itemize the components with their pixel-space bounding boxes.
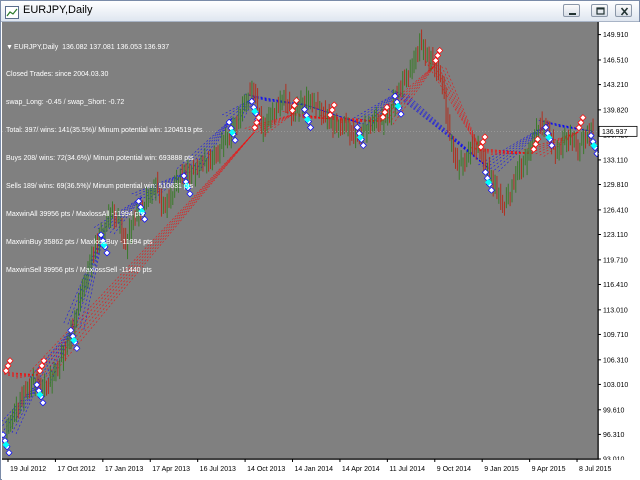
chart-window: EURJPY,Daily 149.910 146.510 143.210 139.82…	[0, 0, 640, 480]
info-panel: ▼EURJPY,Daily 136.082 137.081 136.053 13…	[6, 24, 203, 294]
buy-marker	[231, 136, 239, 144]
price-tick-label: 103.010	[603, 382, 628, 389]
time-tick-label: 14 Jan 2014	[295, 466, 334, 473]
price-tick-label: 129.810	[603, 182, 628, 189]
time-axis: 19 Jul 2012 17 Oct 2012 17 Jan 2013 17 Apr …	[2, 458, 640, 480]
buy-marker	[73, 344, 81, 352]
price-tick-label: 133.110	[603, 157, 628, 164]
time-tick-label: 17 Oct 2012	[57, 466, 95, 473]
buy-marker	[5, 449, 13, 457]
minimize-icon	[569, 13, 576, 15]
info-line: MaxwinSell 39956 pts / MaxlossSell -1144…	[6, 266, 152, 274]
time-tick-label: 9 Apr 2015	[532, 466, 566, 473]
close-button[interactable]	[615, 4, 632, 17]
time-tick-label: 14 Apr 2014	[342, 466, 380, 473]
window-title: EURJPY,Daily	[23, 4, 93, 16]
buy-marker	[397, 110, 405, 118]
time-tick-label: 17 Apr 2013	[152, 466, 190, 473]
price-tick-label: 119.710	[603, 257, 628, 264]
time-tick-label: 14 Oct 2013	[247, 466, 285, 473]
trade-line	[7, 374, 40, 376]
info-line: MaxwinAll 39956 pts / MaxlossAll -11994 …	[6, 210, 144, 218]
info-line: Total: 397/ wins: 141(35.5%)/ Minum pote…	[6, 127, 203, 135]
price-tick-label: 113.010	[603, 307, 628, 314]
chart-window-icon	[5, 4, 19, 19]
time-tick-label: 8 Jul 2015	[579, 466, 611, 473]
info-line: Sells 189/ wins: 69(36.5%)/ Minum potent…	[6, 183, 194, 191]
time-tick-label: 19 Jul 2012	[10, 466, 46, 473]
restore-icon	[596, 7, 605, 15]
price-tick-label: 99.610	[603, 407, 625, 414]
trade-line	[395, 91, 489, 169]
price-tick-label: 149.910	[603, 32, 628, 39]
info-line: Closed Trades: since 2004.03.30	[6, 71, 109, 79]
dropdown-triangle-icon[interactable]: ▼	[6, 43, 14, 52]
price-tick-label: 143.210	[603, 82, 628, 89]
trade-line	[15, 374, 40, 379]
price-tick-label: 116.410	[603, 282, 628, 289]
time-tick-label: 17 Jan 2013	[105, 466, 144, 473]
buy-marker	[307, 124, 315, 132]
info-line: MaxwinBuy 35862 pts / MaxlossBuy -11994 …	[6, 238, 153, 246]
title-bar[interactable]: EURJPY,Daily	[1, 1, 639, 22]
restore-button[interactable]	[591, 4, 608, 17]
time-tick-label: 16 Jul 2013	[200, 466, 236, 473]
close-icon	[620, 7, 629, 16]
current-price-label: 136.937	[602, 129, 627, 136]
price-tick-label: 96.310	[603, 432, 625, 439]
trade-line	[429, 62, 482, 152]
trade-line	[486, 123, 549, 168]
price-tick-label: 106.310	[603, 357, 628, 364]
trade-line	[399, 92, 489, 169]
time-tick-label: 9 Oct 2014	[437, 466, 471, 473]
symbol-header-text: EURJPY,Daily 136.082 137.081 136.053 136…	[14, 43, 170, 51]
info-line: Buys 208/ wins: 72(34.6%)/ Minum potenti…	[6, 155, 194, 163]
symbol-header: ▼EURJPY,Daily 136.082 137.081 136.053 13…	[6, 43, 203, 52]
trade-line	[2, 380, 41, 427]
info-line: swap_Long: -0.45 / swap_Short: -0.72	[6, 99, 125, 107]
price-tick-label: 109.710	[603, 332, 628, 339]
price-tick-label: 126.410	[603, 207, 628, 214]
minimize-button[interactable]	[563, 4, 580, 17]
time-tick-label: 9 Jan 2015	[484, 466, 519, 473]
chart-area[interactable]: 149.910146.510143.210139.820136.420133.1…	[2, 22, 640, 480]
time-tick-label: 11 Jul 2014	[389, 466, 425, 473]
price-tick-label: 139.820	[603, 107, 628, 114]
trade-line	[3, 373, 40, 376]
buy-marker	[39, 399, 47, 407]
price-tick-label: 123.110	[603, 232, 628, 239]
buy-marker	[2, 431, 7, 439]
price-tick-label: 146.510	[603, 57, 628, 64]
